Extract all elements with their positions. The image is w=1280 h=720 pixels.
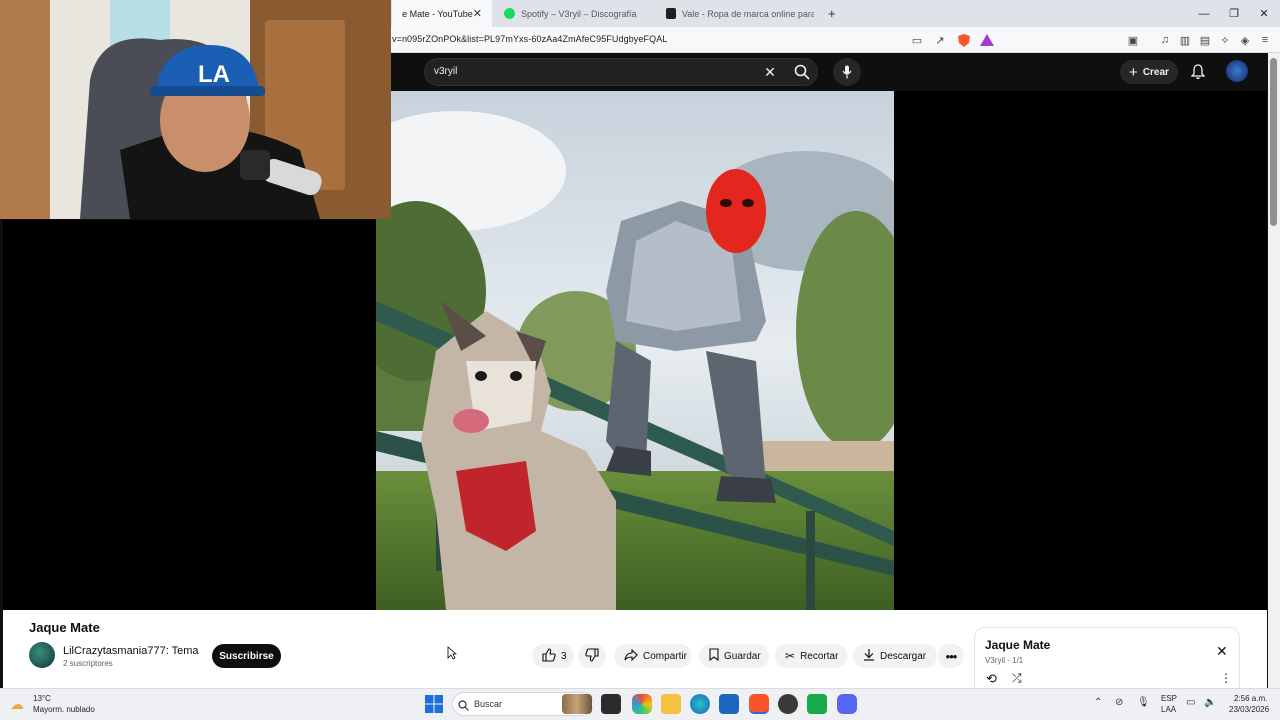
video-title: Jaque Mate [29, 620, 100, 635]
microphone-icon[interactable]: 🎙 [1137, 697, 1150, 708]
taskbar-search-icon [458, 698, 469, 716]
vpn-icon[interactable]: ◈ [1236, 31, 1254, 49]
save-label: Guardar [724, 650, 761, 662]
video-player-letterbox [894, 91, 1267, 221]
obs-icon[interactable] [778, 694, 798, 714]
video-frame[interactable] [376, 91, 894, 610]
tab-spotify[interactable]: Spotify – V3ryil – Discografía [494, 0, 654, 27]
search-box[interactable] [424, 58, 818, 86]
edge-icon[interactable] [690, 694, 710, 714]
rewards-icon[interactable] [978, 31, 996, 49]
download-icon [863, 648, 875, 664]
spotify-icon [504, 8, 515, 19]
account-avatar[interactable] [1226, 60, 1248, 82]
mouse-cursor-icon [447, 646, 458, 665]
brave-taskbar-icon[interactable] [749, 694, 769, 714]
network-off-icon[interactable]: ⊘ [1115, 697, 1123, 708]
webcam-overlay: LA [0, 0, 391, 219]
playlist-title[interactable]: Jaque Mate [985, 638, 1050, 652]
brave-shield-icon[interactable] [955, 31, 973, 49]
scrollbar-thumb[interactable] [1270, 58, 1277, 226]
music-icon[interactable]: ♫ [1156, 31, 1174, 49]
plus-icon: + [1129, 63, 1138, 81]
volume-icon[interactable]: 🔈 [1204, 697, 1216, 708]
shuffle-icon[interactable]: ⤮ [1012, 671, 1022, 686]
green-app-icon[interactable] [807, 694, 827, 714]
new-tab-icon[interactable]: + [828, 6, 836, 21]
thumbs-up-icon [542, 647, 556, 665]
restore-icon[interactable]: ❐ [1218, 0, 1250, 27]
minimize-icon[interactable]: — [1188, 0, 1220, 27]
thumbs-down-icon [585, 647, 599, 665]
create-button[interactable]: + Crear [1120, 60, 1178, 84]
close-window-icon[interactable]: ✕ [1248, 0, 1280, 27]
loop-icon[interactable]: ⟲ [986, 671, 997, 687]
share-icon[interactable]: ↗ [931, 31, 949, 49]
cast-icon[interactable]: ▭ [908, 31, 926, 49]
close-playlist-icon[interactable]: ✕ [1216, 643, 1228, 660]
clock-date[interactable]: 23/03/2026 [1229, 705, 1269, 714]
search-input[interactable]: v3ryil [434, 66, 457, 77]
dislike-button[interactable] [578, 644, 606, 668]
weather-icon[interactable]: ☁ [10, 696, 24, 713]
display-icon[interactable]: ▭ [1186, 697, 1195, 708]
weather-description[interactable]: Mayorm. nublado [33, 705, 95, 714]
store-icon[interactable] [719, 694, 739, 714]
clip-button[interactable]: ✂ Recortar [775, 644, 847, 668]
save-button[interactable]: Guardar [699, 644, 769, 668]
create-label: Crear [1142, 66, 1169, 78]
tab-vale[interactable]: Vale - Ropa de marca online para ho [656, 0, 824, 27]
scissors-icon: ✂ [785, 649, 796, 663]
wallet-icon[interactable]: ▤ [1196, 31, 1214, 49]
input-language[interactable]: ESP [1161, 694, 1177, 703]
tray-overflow-icon[interactable]: ⌃ [1094, 697, 1102, 708]
sidebar-icon[interactable]: ▥ [1176, 31, 1194, 49]
playlist-menu-icon[interactable]: ⋮ [1220, 671, 1232, 685]
tab-label: Spotify – V3ryil – Discografía [521, 8, 637, 19]
weather-temperature[interactable]: 13°C [33, 694, 51, 703]
leo-icon[interactable]: ✧ [1216, 31, 1234, 49]
svg-text:LA: LA [198, 61, 230, 88]
more-actions-icon[interactable]: ••• [938, 644, 964, 668]
menu-icon[interactable]: ≡ [1256, 31, 1274, 49]
search-highlight-icon [562, 694, 592, 714]
subscriber-count: 2 suscriptores [63, 659, 113, 668]
close-tab-icon[interactable]: ✕ [473, 7, 482, 20]
tab-search-icon[interactable]: ▣ [1124, 31, 1142, 49]
share-button[interactable]: Compartir [614, 644, 692, 668]
channel-name[interactable]: LilCrazytasmania777: Tema [63, 645, 199, 657]
discord-icon[interactable] [837, 694, 857, 714]
share-label: Compartir [643, 650, 687, 662]
tab-label: Vale - Ropa de marca online para ho [681, 8, 814, 19]
clock-time[interactable]: 2:56 a.m. [1234, 694, 1267, 703]
tab-label: Jaque Mate - YouTube [402, 8, 473, 19]
channel-avatar[interactable] [29, 642, 55, 668]
vale-icon [666, 8, 676, 19]
task-view-icon[interactable] [601, 694, 621, 714]
clear-search-icon[interactable]: ✕ [760, 62, 780, 82]
download-label: Descargar [880, 650, 927, 662]
download-button[interactable]: Descargar [853, 644, 937, 668]
search-icon[interactable] [790, 60, 814, 84]
like-button[interactable]: 3 [532, 644, 574, 668]
notifications-icon[interactable] [1188, 62, 1208, 82]
taskbar-search-placeholder: Buscar [474, 699, 503, 709]
file-explorer-icon[interactable] [661, 694, 681, 714]
copilot-icon[interactable] [632, 694, 652, 714]
url-text[interactable]: v=n095rZOnPOk&list=PL97mYxs-60zAa4ZmAfeC… [392, 34, 667, 44]
share-arrow-icon [624, 648, 638, 664]
playlist-subtitle: V3ryil - 1/1 [985, 656, 1024, 665]
tab-youtube[interactable]: Jaque Mate - YouTube ✕ [392, 0, 492, 27]
voice-search-icon[interactable] [833, 58, 861, 86]
bookmark-icon [709, 648, 719, 664]
subscribe-button[interactable]: Suscribirse [212, 644, 281, 668]
clip-label: Recortar [800, 650, 839, 662]
input-layout[interactable]: LAA [1161, 705, 1176, 714]
like-count: 3 [561, 650, 567, 662]
start-icon[interactable] [425, 695, 443, 713]
